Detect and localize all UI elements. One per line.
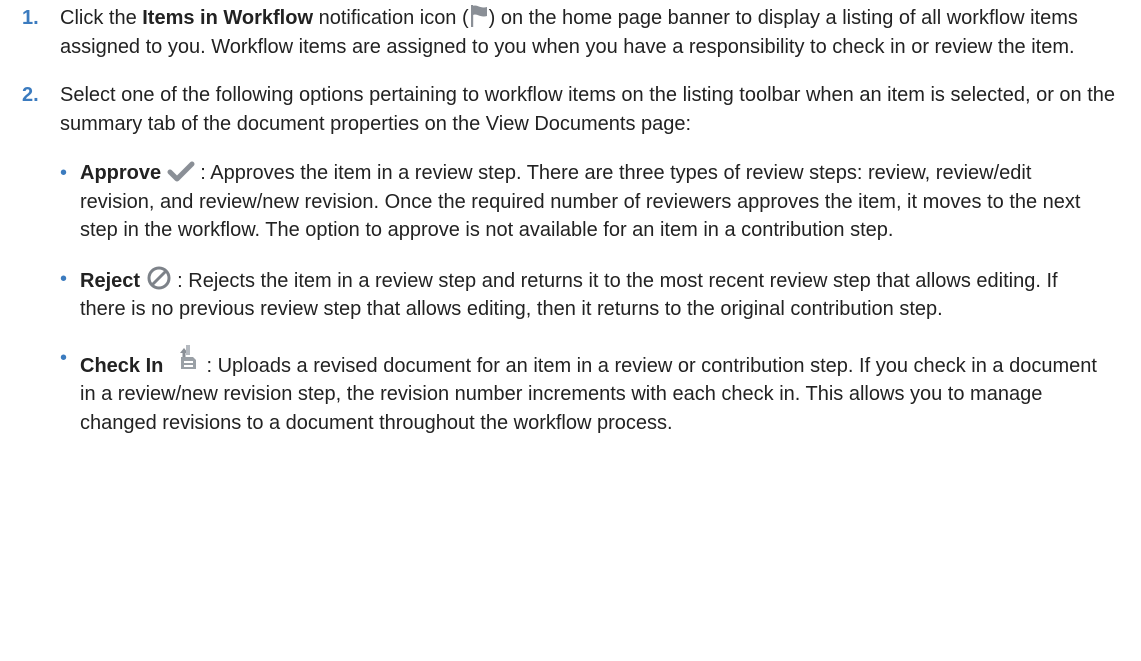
document-page: 1. Click the Items in Workflow notificat… — [0, 4, 1141, 457]
bullet: • — [60, 162, 68, 184]
check-in-label: Check In — [80, 354, 164, 377]
step-text-mid: notification icon ( — [313, 7, 469, 29]
options-list: • Approve : Approves the item in a revie… — [60, 159, 1123, 437]
step-text-pre: Click the — [60, 7, 143, 29]
list-item-reject: • Reject : Rejects the item in a review … — [60, 265, 1123, 324]
prohibit-icon — [146, 265, 172, 291]
flag-icon — [469, 4, 489, 28]
step-number: 2. — [22, 84, 39, 106]
approve-description: : Approves the item in a review step. Th… — [80, 162, 1081, 241]
step-number: 1. — [22, 7, 39, 29]
items-in-workflow-label: Items in Workflow — [142, 7, 314, 29]
checkmark-icon — [167, 161, 195, 183]
bullet: • — [60, 346, 68, 369]
check-in-description: : Uploads a revised document for an item… — [80, 354, 1097, 434]
reject-description: : Rejects the item in a review step and … — [80, 269, 1058, 321]
reject-label: Reject — [80, 269, 141, 292]
bullet: • — [60, 267, 68, 290]
check-in-icon — [175, 344, 197, 370]
step-1: 1. Click the Items in Workflow notificat… — [0, 4, 1141, 61]
list-item-check-in: • Check In : Uploads a revised document … — [60, 344, 1123, 438]
step-2: 2. Select one of the following options p… — [0, 81, 1141, 437]
approve-label: Approve — [80, 162, 162, 184]
list-item-approve: • Approve : Approves the item in a revie… — [60, 159, 1123, 245]
step-text: Select one of the following options pert… — [60, 84, 1116, 135]
